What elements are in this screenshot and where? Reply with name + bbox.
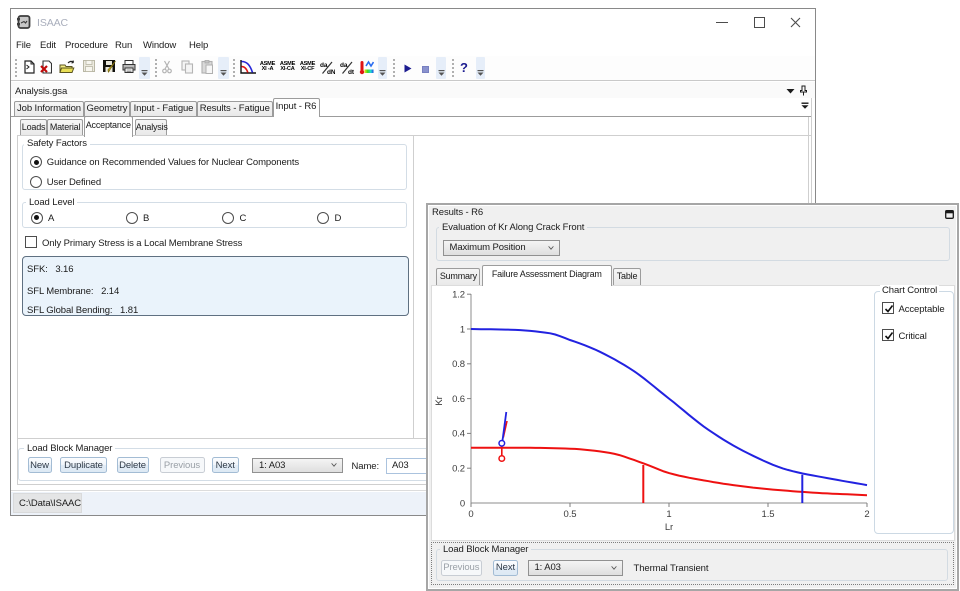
svg-text:1: 1 (460, 324, 465, 335)
svg-text:0.8: 0.8 (452, 359, 465, 370)
svg-text:0.6: 0.6 (452, 393, 465, 404)
svg-text:Lr: Lr (665, 522, 673, 533)
svg-text:da: da (320, 62, 328, 69)
svg-text:Kr: Kr (434, 396, 445, 405)
svg-text:0: 0 (460, 498, 465, 509)
svg-text:dt: dt (348, 69, 355, 75)
svg-text:dN: dN (327, 69, 335, 75)
svg-text:da: da (340, 62, 348, 69)
svg-text:2: 2 (864, 509, 869, 520)
svg-text:1.5: 1.5 (762, 509, 775, 520)
svg-text:1.2: 1.2 (452, 289, 465, 300)
svg-text:0.5: 0.5 (564, 509, 577, 520)
svg-text:1: 1 (666, 509, 671, 520)
svg-text:0.2: 0.2 (452, 463, 465, 474)
svg-text:0.4: 0.4 (452, 428, 465, 439)
svg-text:0: 0 (468, 509, 473, 520)
